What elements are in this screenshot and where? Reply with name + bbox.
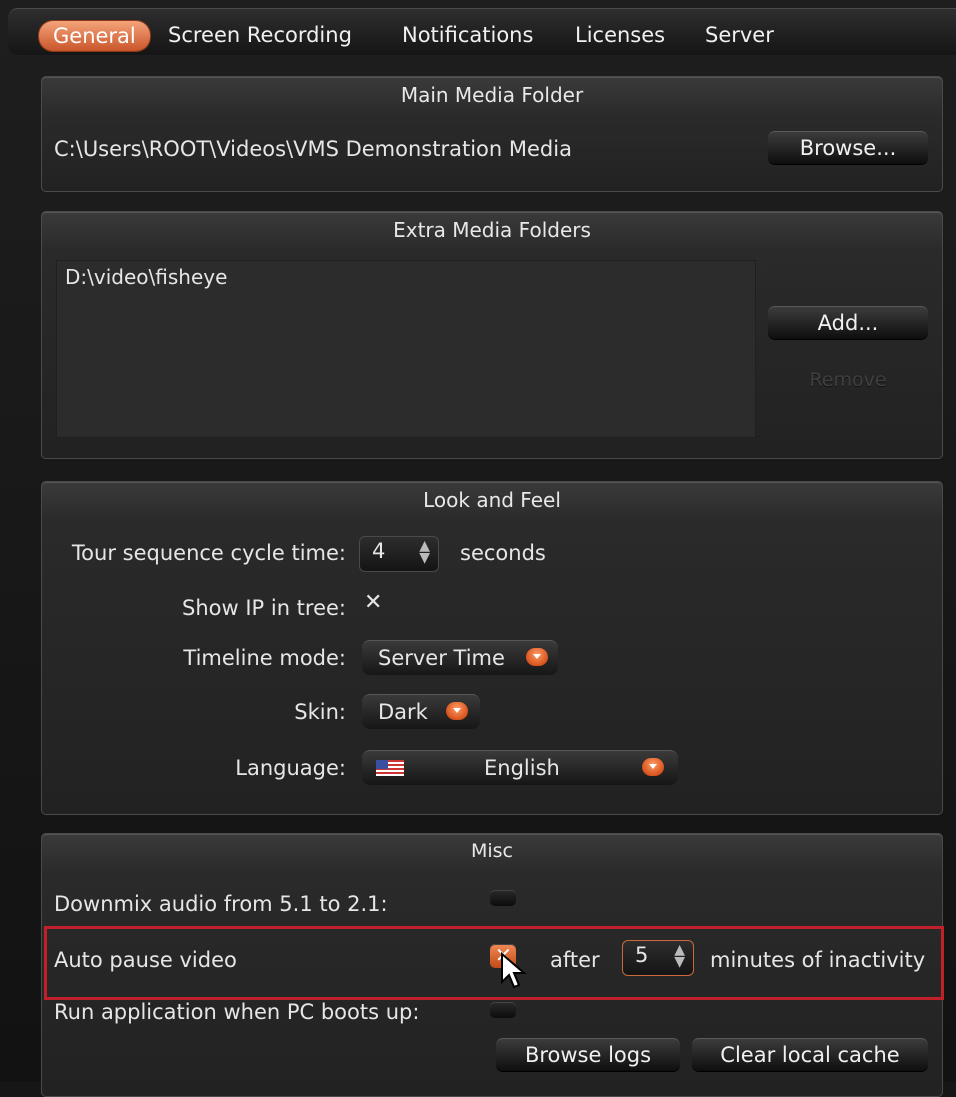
tab-general[interactable]: General (39, 21, 150, 51)
extra-folders-list[interactable]: D:\video\fisheye (56, 260, 756, 438)
clear-local-cache-button[interactable]: Clear local cache (692, 1038, 928, 1071)
mouse-cursor-icon (501, 952, 527, 989)
boot-checkbox[interactable] (490, 1002, 516, 1018)
group-title: Look and Feel (423, 488, 561, 512)
language-value: English (484, 756, 560, 780)
tour-cycle-spinbox[interactable]: 4 ▲ ▼ (359, 536, 439, 572)
add-folder-button[interactable]: Add... (768, 306, 928, 339)
tab-screen-recording[interactable]: Screen Recording (168, 20, 352, 50)
tour-cycle-value: 4 (372, 539, 386, 563)
tour-cycle-unit: seconds (460, 541, 546, 565)
timeline-mode-select[interactable]: Server Time (362, 640, 558, 675)
chevron-down-icon (446, 702, 468, 720)
remove-folder-button[interactable]: Remove (768, 364, 928, 396)
tab-notifications[interactable]: Notifications (402, 20, 533, 50)
list-item[interactable]: D:\video\fisheye (65, 265, 227, 289)
chevron-down-icon (642, 758, 664, 776)
boot-label: Run application when PC boots up: (54, 1000, 420, 1024)
skin-value: Dark (378, 700, 428, 724)
group-title: Main Media Folder (400, 83, 584, 107)
language-select[interactable]: English (362, 750, 678, 785)
main-media-folder-group: Main Media Folder C:\Users\ROOT\Videos\V… (41, 76, 943, 192)
language-label: Language: (235, 756, 346, 780)
group-title: Extra Media Folders (393, 218, 591, 242)
downmix-label: Downmix audio from 5.1 to 2.1: (54, 892, 388, 916)
us-flag-icon (376, 760, 404, 776)
settings-window: General Screen Recording Notifications L… (0, 0, 956, 1097)
browse-logs-button[interactable]: Browse logs (496, 1038, 680, 1071)
extra-media-folders-group: Extra Media Folders D:\video\fisheye Add… (41, 211, 943, 459)
timeline-mode-label: Timeline mode: (183, 646, 346, 670)
tour-cycle-label: Tour sequence cycle time: (71, 541, 346, 565)
group-title: Misc (470, 840, 514, 862)
show-ip-label: Show IP in tree: (181, 596, 346, 620)
show-ip-checkbox[interactable]: ✕ (364, 590, 382, 615)
skin-label: Skin: (294, 700, 346, 724)
skin-select[interactable]: Dark (362, 694, 480, 729)
tab-licenses[interactable]: Licenses (575, 20, 665, 50)
chevron-down-icon (526, 648, 548, 666)
downmix-checkbox[interactable] (490, 890, 516, 906)
timeline-mode-value: Server Time (378, 646, 505, 670)
browse-button[interactable]: Browse... (768, 131, 928, 164)
tab-server[interactable]: Server (705, 20, 774, 50)
tab-bar: General Screen Recording Notifications L… (8, 8, 956, 55)
highlight-box (44, 926, 944, 1000)
main-media-path: C:\Users\ROOT\Videos\VMS Demonstration M… (54, 137, 572, 161)
spin-arrows-icon[interactable]: ▲ ▼ (419, 539, 430, 565)
look-and-feel-group: Look and Feel Tour sequence cycle time: … (41, 481, 943, 815)
